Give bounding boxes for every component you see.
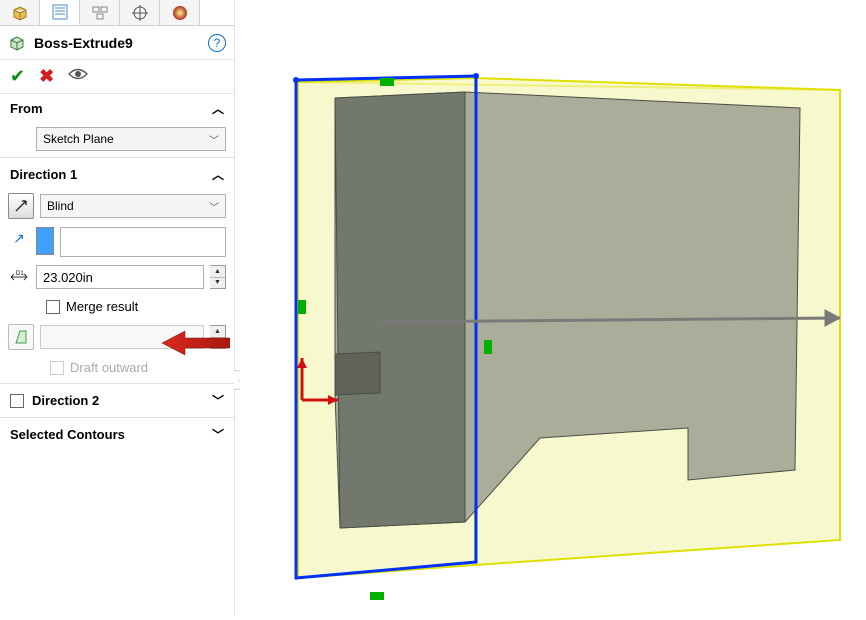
section-direction1-header[interactable]: Direction 1 ︿ — [0, 160, 234, 189]
ok-button[interactable]: ✔ — [10, 66, 25, 87]
help-button[interactable]: ? — [208, 34, 226, 52]
tab-configuration-manager[interactable] — [80, 0, 120, 25]
feature-header: Boss-Extrude9 ? — [0, 26, 234, 60]
end-condition-row: Blind ﹀ — [0, 189, 234, 223]
chevron-down-icon: ﹀ — [209, 132, 219, 147]
feature-title: Boss-Extrude9 — [34, 35, 208, 51]
spinner-up[interactable]: ▲ — [210, 326, 225, 338]
list-icon — [51, 3, 69, 21]
eye-icon — [68, 67, 88, 81]
from-selected: Sketch Plane — [43, 132, 114, 146]
draft-icon — [12, 328, 30, 346]
section-direction2-header[interactable]: Direction 2 ﹀ — [0, 386, 234, 415]
chevron-down-icon: ﹀ — [212, 426, 224, 443]
spinner-down[interactable]: ▼ — [210, 338, 225, 349]
draft-outward-checkbox — [50, 361, 64, 375]
section-selected-contours-label: Selected Contours — [10, 427, 125, 442]
spacer — [8, 128, 30, 150]
end-condition-value: Blind — [47, 199, 74, 213]
draft-outward-label: Draft outward — [70, 360, 148, 375]
direction2-checkbox[interactable] — [10, 394, 24, 408]
section-direction2-label: Direction 2 — [32, 393, 99, 408]
distance-icon: D1 — [8, 266, 30, 288]
draft-outward-row: Draft outward — [0, 354, 234, 381]
chevron-up-icon: ︿ — [212, 100, 224, 117]
cancel-button[interactable]: ✖ — [39, 66, 54, 87]
model-preview — [240, 0, 860, 615]
section-direction1-label: Direction 1 — [10, 167, 77, 182]
crosshair-icon — [131, 4, 149, 22]
svg-text:D1: D1 — [16, 271, 24, 277]
reverse-direction-button[interactable] — [8, 193, 34, 219]
tab-dimxpert[interactable] — [120, 0, 160, 25]
confirmation-row: ✔ ✖ — [0, 60, 234, 94]
merge-result-label: Merge result — [66, 299, 138, 314]
chevron-down-icon: ﹀ — [209, 199, 219, 214]
graphics-viewport[interactable] — [240, 0, 866, 615]
section-from-header[interactable]: From ︿ — [0, 94, 234, 123]
end-condition-dropdown[interactable]: Blind ﹀ — [40, 194, 226, 218]
distance-value: 23.020in — [43, 270, 93, 285]
property-manager-panel: Boss-Extrude9 ? ✔ ✖ From ︿ Sketch Plane … — [0, 0, 235, 615]
panel-tabs — [0, 0, 234, 26]
section-from-label: From — [10, 101, 43, 116]
chevron-up-icon: ︿ — [212, 166, 224, 183]
merge-result-checkbox[interactable] — [46, 300, 60, 314]
tab-appearance[interactable] — [160, 0, 200, 25]
tab-feature-tree[interactable] — [0, 0, 40, 25]
from-row: Sketch Plane ﹀ — [0, 123, 234, 155]
config-icon — [91, 4, 109, 22]
chevron-down-icon: ﹀ — [212, 392, 224, 409]
spinner-down[interactable]: ▼ — [210, 278, 225, 289]
spinner-up[interactable]: ▲ — [210, 266, 225, 278]
section-selected-contours-header[interactable]: Selected Contours ﹀ — [0, 420, 234, 449]
tab-property-manager[interactable] — [40, 0, 80, 25]
cube-icon — [11, 4, 29, 22]
distance-input[interactable]: 23.020in — [36, 265, 204, 289]
merge-result-row[interactable]: Merge result — [0, 293, 234, 320]
draft-button[interactable] — [8, 324, 34, 350]
draft-spinner[interactable]: ▲ ▼ — [210, 325, 226, 349]
preview-button[interactable] — [68, 67, 88, 86]
extrude-icon — [8, 34, 26, 52]
distance-row: D1 23.020in ▲ ▼ — [0, 261, 234, 293]
sphere-icon — [171, 4, 189, 22]
reverse-arrow-icon — [13, 198, 29, 214]
direction-arrow-icon: ↗ — [8, 227, 30, 249]
direction-vector-field[interactable] — [60, 227, 226, 257]
direction-vector-row: ↗ — [0, 223, 234, 261]
distance-spinner[interactable]: ▲ ▼ — [210, 265, 226, 289]
draft-angle-field[interactable] — [40, 325, 204, 349]
draft-row: ▲ ▼ — [0, 320, 234, 354]
direction-color-swatch[interactable] — [36, 227, 54, 255]
from-dropdown[interactable]: Sketch Plane ﹀ — [36, 127, 226, 151]
